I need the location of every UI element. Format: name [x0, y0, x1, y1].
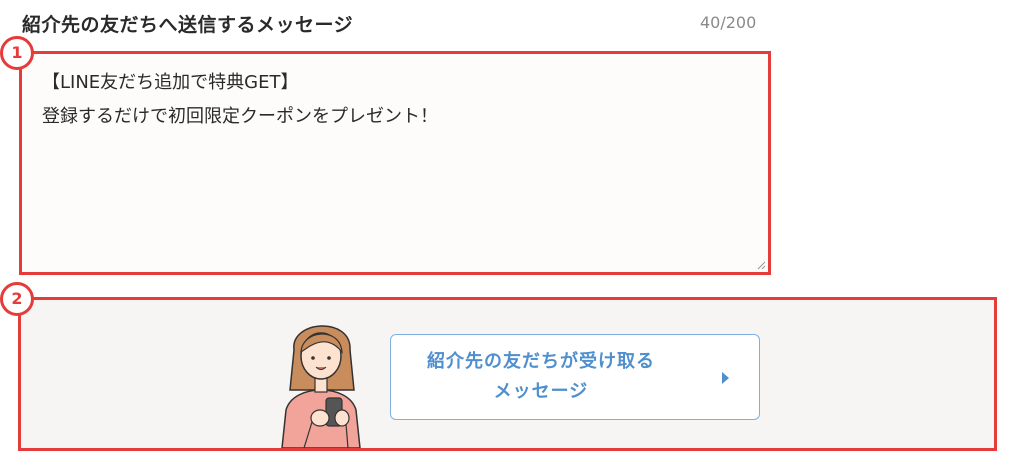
message-text[interactable]: 【LINE友だち追加で特典GET】 登録するだけで初回限定クーポンをプレゼント！ [22, 54, 768, 272]
message-textarea[interactable]: 【LINE友だち追加で特典GET】 登録するだけで初回限定クーポンをプレゼント！ [19, 51, 771, 275]
received-message-preview-button[interactable]: 紹介先の友だちが受け取る メッセージ [390, 334, 760, 420]
annotation-marker-1: 1 [0, 36, 34, 70]
message-settings-page: 紹介先の友だちへ送信するメッセージ 40/200 【LINE友だち追加で特典GE… [0, 0, 1024, 462]
annotation-marker-2: 2 [0, 282, 34, 316]
preview-button-label: 紹介先の友だちが受け取る メッセージ [427, 351, 655, 402]
message-preview-area: 紹介先の友だちが受け取る メッセージ [18, 297, 997, 451]
section-title: 紹介先の友だちへ送信するメッセージ [22, 14, 354, 36]
resize-grip-icon[interactable] [756, 260, 766, 270]
chevron-right-icon [722, 372, 729, 384]
character-counter: 40/200 [700, 13, 757, 32]
woman-with-smartphone-icon [281, 325, 361, 448]
